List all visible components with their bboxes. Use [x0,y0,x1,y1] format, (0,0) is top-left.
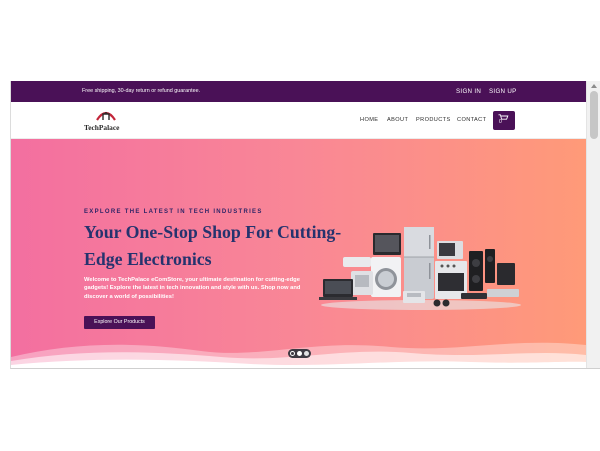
cart-button[interactable]: 0 [493,111,515,130]
announcement-bar: Free shipping, 30-day return or refund g… [11,81,586,102]
home-appliances-image [319,227,521,310]
page-scrollbar[interactable] [586,81,600,368]
hero-banner: EXPLORE THE LATEST IN TECH INDUSTRIES Yo… [11,139,586,368]
carousel-dot-1[interactable] [290,351,295,356]
main-navbar: TechPalace HOME ABOUT PRODUCTS CONTACT 0 [11,102,586,139]
carousel-indicators [288,349,311,358]
nav-home[interactable]: HOME [360,117,378,123]
carousel-dot-3[interactable] [304,351,309,356]
hero-eyebrow: EXPLORE THE LATEST IN TECH INDUSTRIES [84,209,263,215]
nav-about[interactable]: ABOUT [387,117,408,123]
browser-viewport: Free shipping, 30-day return or refund g… [10,81,600,369]
shipping-promo-text: Free shipping, 30-day return or refund g… [82,88,201,94]
shopping-bag-logo-icon [96,111,116,121]
scrollbar-thumb[interactable] [590,91,598,139]
hero-description: Welcome to TechPalace eComStore, your ul… [84,277,301,300]
brand-name: TechPalace [84,123,120,132]
hero-title: Your One-Stop Shop For Cutting-Edge Elec… [84,222,342,269]
carousel-dot-2[interactable] [297,351,302,356]
brand-logo[interactable]: TechPalace [84,109,128,133]
sign-in-link[interactable]: SIGN IN [456,88,481,95]
sign-up-link[interactable]: SIGN UP [489,88,517,95]
scroll-up-arrow-icon[interactable] [591,84,597,88]
explore-products-button[interactable]: Explore Our Products [84,316,155,329]
nav-products[interactable]: PRODUCTS [416,117,451,123]
nav-contact[interactable]: CONTACT [457,117,486,123]
cart-count-badge: 0 [499,119,502,125]
